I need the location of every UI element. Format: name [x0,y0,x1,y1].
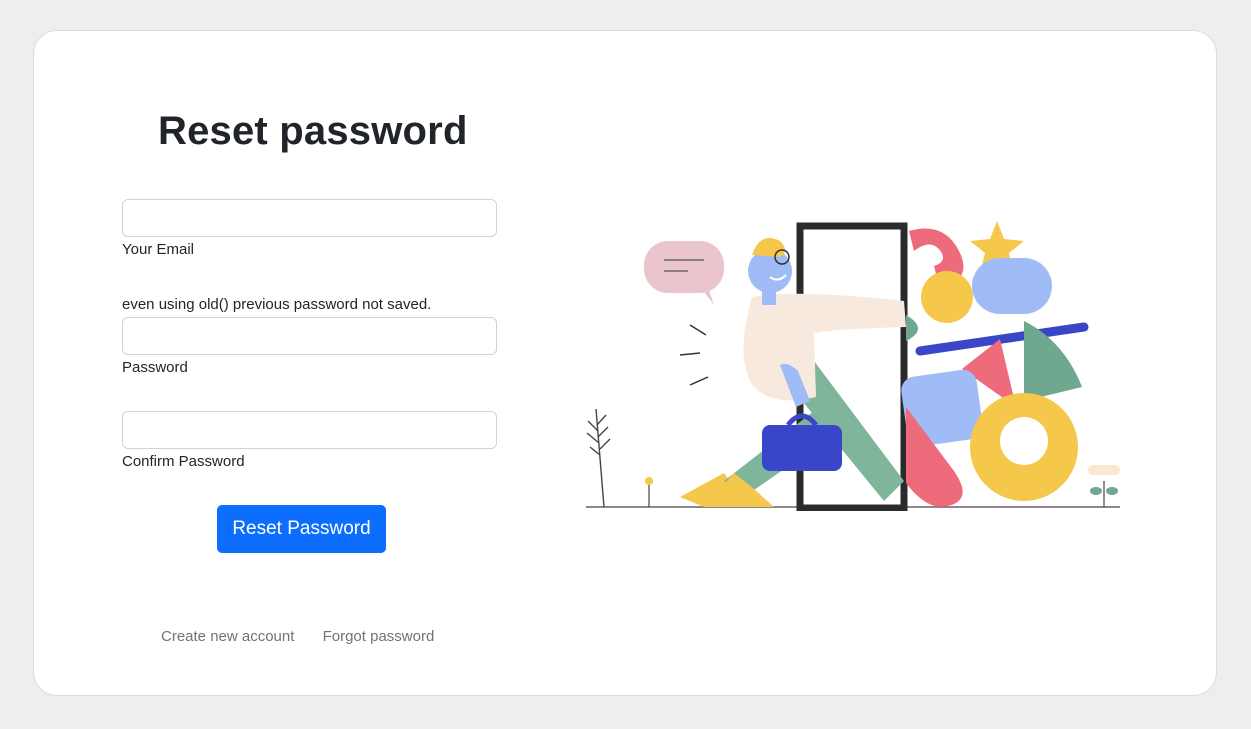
person-leaving-door-illustration [586,221,1120,511]
password-label: Password [122,359,188,376]
footer-links: Create new account Forgot password [161,628,458,645]
email-input[interactable] [122,199,497,237]
password-input[interactable] [122,317,497,355]
speech-bubble-icon [644,241,724,305]
create-account-link[interactable]: Create new account [161,628,294,645]
reset-password-card: Reset password Your Email even using old… [33,30,1217,696]
email-label: Your Email [122,241,194,258]
plant-left-icon [586,408,611,508]
form-note: even using old() previous password not s… [122,296,432,313]
flower-icon [645,477,653,507]
confirm-password-input[interactable] [122,411,497,449]
reset-password-button[interactable]: Reset Password [217,505,386,553]
page-title: Reset password [158,109,468,153]
geometric-shapes-icon [901,221,1089,507]
motion-lines [679,324,709,386]
forgot-password-link[interactable]: Forgot password [323,628,435,645]
confirm-password-label: Confirm Password [122,453,245,470]
plant-right-icon [1088,465,1120,507]
